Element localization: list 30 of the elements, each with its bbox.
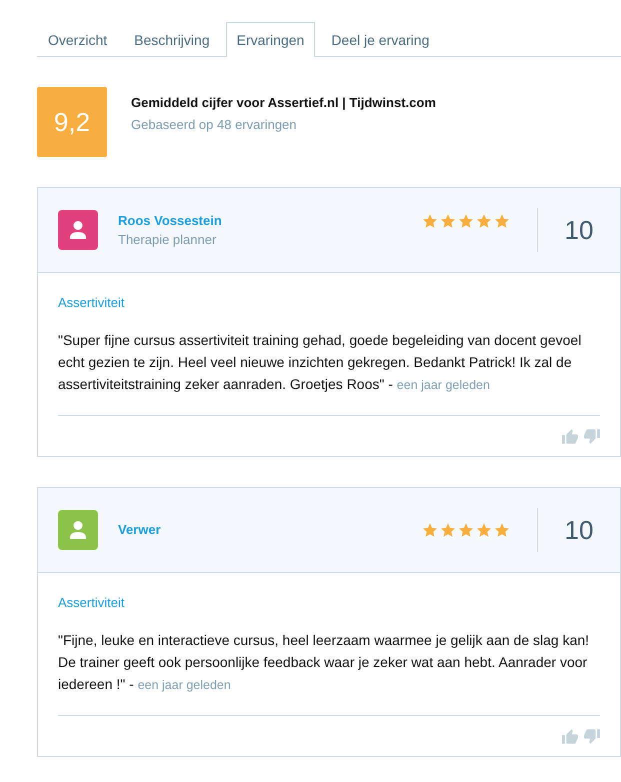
star-icon: [423, 214, 437, 228]
thumbs-up-icon[interactable]: [562, 429, 578, 444]
star-icon: [459, 523, 473, 537]
tab[interactable]: Overzicht: [37, 22, 118, 57]
thumbs-down-icon[interactable]: [584, 429, 600, 444]
summary-title: Gemiddeld cijfer voor Assertief.nl | Tijdwinst.com: [131, 94, 436, 112]
review-category: Assertiviteit: [58, 294, 124, 312]
average-score: 9,2: [37, 87, 107, 157]
tab[interactable]: Ervaringen: [226, 22, 316, 57]
review-score: 10: [537, 208, 620, 252]
reviewer-role: Therapie planner: [118, 230, 218, 248]
star-icon: [477, 214, 491, 228]
review-category: Assertiviteit: [58, 594, 124, 612]
thumbs-up-icon[interactable]: [562, 729, 578, 744]
star-icon: [441, 214, 455, 228]
reviewer-name: Verwer: [118, 521, 161, 539]
review-score: 10: [537, 508, 620, 552]
summary-subtitle: Gebaseerd op 48 ervaringen: [131, 116, 298, 134]
tab[interactable]: Deel je ervaring: [320, 22, 440, 57]
reviewer-name: Roos Vossestein: [118, 212, 222, 230]
tab[interactable]: Beschrijving: [123, 22, 221, 57]
thumbs-down-icon[interactable]: [584, 729, 600, 744]
star-icon: [423, 523, 437, 537]
star-icon: [459, 214, 473, 228]
star-icon: [477, 523, 491, 537]
star-icon: [495, 523, 509, 537]
star-icon: [495, 214, 509, 228]
review-text: "Super fijne cursus assertiviteit training gehad, goede begeleiding van docent gevoel echt gezien te zijn. Heel veel nieuwe inzichten gekregen. Bedankt Patrick! Ik zal de assertiviteitstraining zeker aanraden. Groetjes Roos" - een jaar geleden: [58, 331, 582, 394]
review-text: "Fijne, leuke en interactieve cursus, heel leerzaam waarmee je gelijk aan de slag kan! De trainer geeft ook persoonlijke feedback waar je zeker wat aan hebt. Aanrader voor iedereen !" - een jaar geleden: [58, 631, 590, 694]
star-icon: [441, 523, 455, 537]
